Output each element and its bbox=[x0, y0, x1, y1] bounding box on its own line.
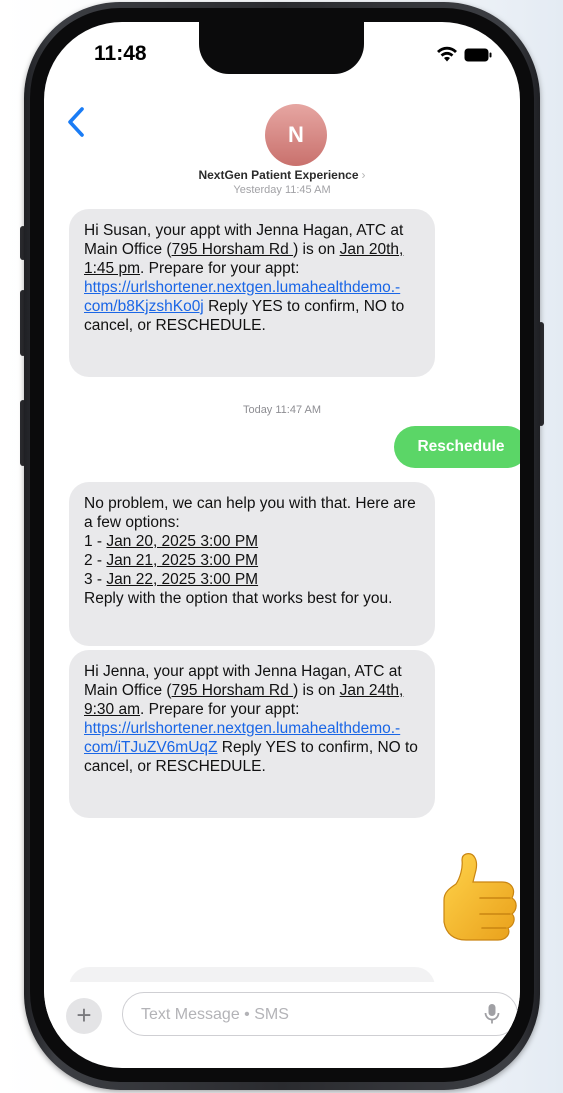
detected-data[interactable]: Jan 21, 2025 3:00 PM bbox=[106, 552, 258, 569]
message-text: 2 - bbox=[84, 552, 107, 569]
status-icons bbox=[436, 45, 506, 65]
compose-bar: + bbox=[44, 982, 520, 1052]
microphone-icon[interactable] bbox=[483, 1003, 501, 1025]
incoming-message: No problem, we can help you with that. H… bbox=[69, 482, 435, 646]
chevron-right-icon: › bbox=[361, 168, 366, 182]
apps-plus-button[interactable]: + bbox=[66, 998, 102, 1034]
contact-name-button[interactable]: NextGen Patient Experience › bbox=[44, 168, 520, 182]
timestamp-today: Today 11:47 AM bbox=[242, 404, 322, 416]
message-text: No problem, we can help you with that. H… bbox=[84, 495, 416, 531]
message-input[interactable] bbox=[139, 993, 443, 1037]
detected-data[interactable]: 795 Horsham Rd bbox=[172, 682, 293, 699]
timestamp-yesterday: Yesterday 11:45 AM bbox=[233, 184, 331, 196]
incoming-message: Hi Susan, your appt with Jenna Hagan, AT… bbox=[69, 209, 435, 377]
message-text: ) is on bbox=[293, 682, 340, 699]
contact-name: NextGen Patient Experience bbox=[198, 168, 359, 182]
message-text: . Prepare for your appt: bbox=[140, 701, 300, 718]
messages-screen: 11:48 N NextGen Patient Experience › Yest… bbox=[44, 22, 520, 1068]
message-text: ) is on bbox=[293, 241, 340, 258]
incoming-message: Hi Jenna, your appt with Jenna Hagan, AT… bbox=[69, 650, 435, 818]
contact-avatar[interactable]: N bbox=[265, 104, 327, 166]
battery-icon bbox=[464, 48, 492, 62]
message-text: . Prepare for your appt: bbox=[140, 260, 300, 277]
wifi-icon bbox=[437, 46, 457, 62]
message-text: 1 - bbox=[84, 533, 107, 550]
detected-data[interactable]: Jan 20, 2025 3:00 PM bbox=[106, 533, 258, 550]
status-time: 11:48 bbox=[94, 42, 147, 65]
detected-data[interactable]: 795 Horsham Rd bbox=[172, 241, 293, 258]
back-chevron-icon[interactable] bbox=[64, 104, 90, 140]
thumbs-up-emoji bbox=[443, 853, 517, 941]
message-text: Reply with the option that works best fo… bbox=[84, 590, 393, 607]
message-text: 3 - bbox=[84, 571, 107, 588]
detected-data[interactable]: Jan 22, 2025 3:00 PM bbox=[106, 571, 258, 588]
notch bbox=[199, 22, 364, 74]
message-field[interactable] bbox=[122, 992, 518, 1037]
outgoing-message: Reschedule bbox=[394, 426, 520, 468]
